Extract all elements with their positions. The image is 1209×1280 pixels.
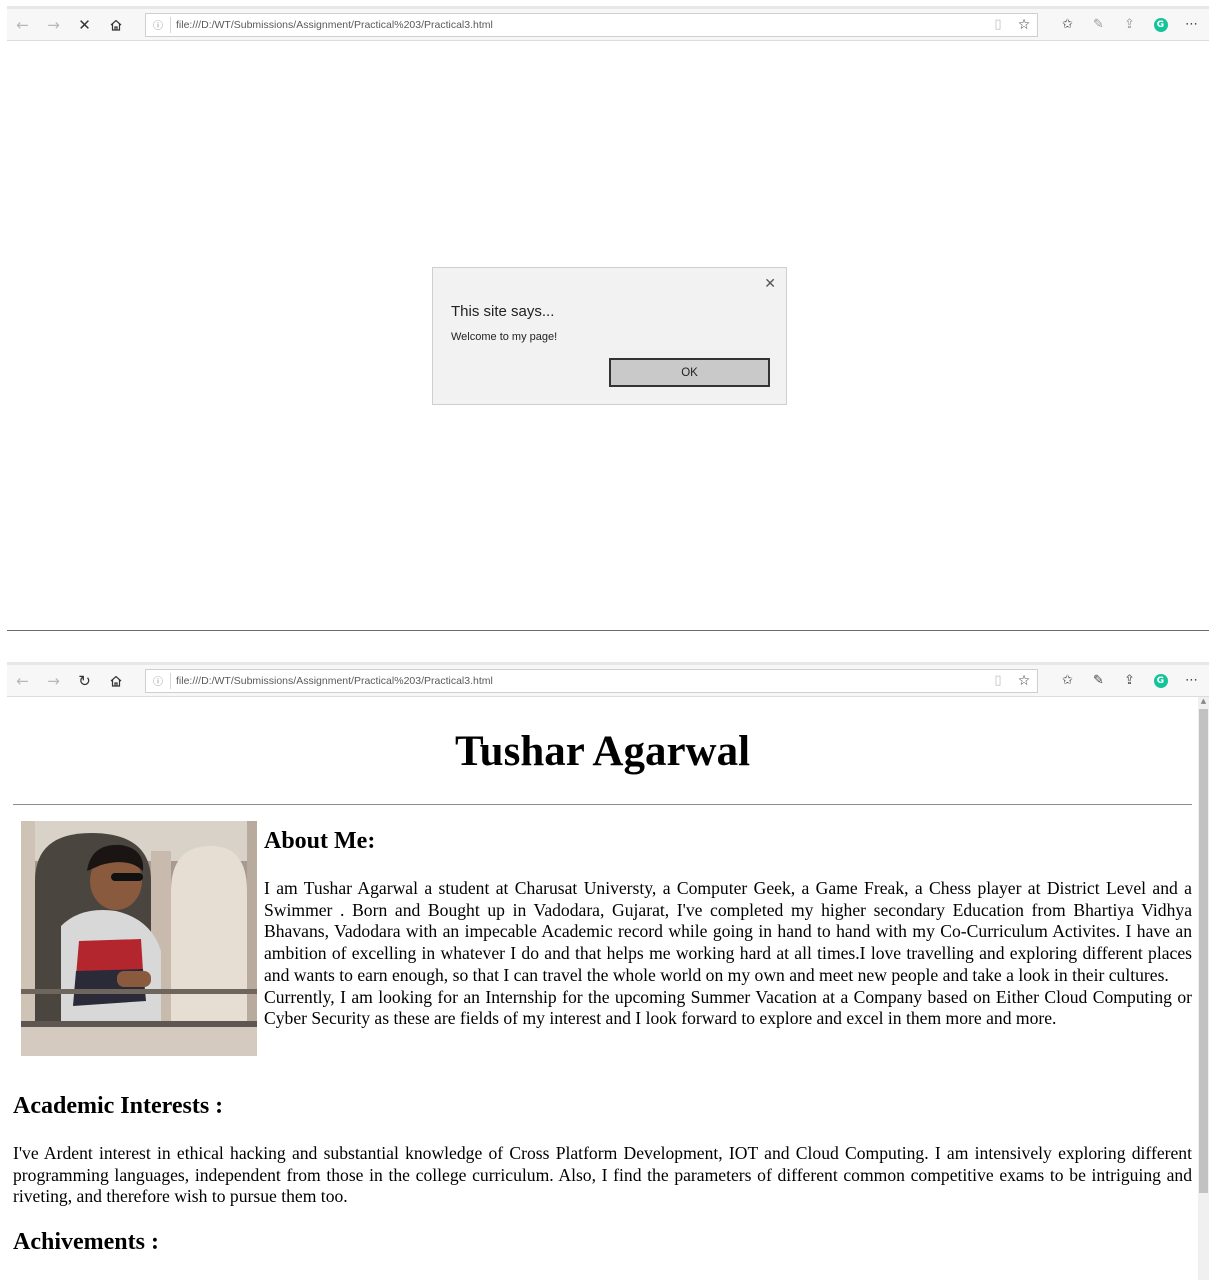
about-text: I am Tushar Agarwal a student at Charusa… — [264, 878, 1192, 1030]
share-icon[interactable]: ⇪ — [1114, 666, 1145, 696]
more-menu-icon[interactable]: ⋯ — [1176, 666, 1207, 696]
forward-arrow-icon[interactable]: → — [38, 10, 69, 40]
profile-photo — [21, 821, 257, 1056]
about-paragraph-1: I am Tushar Agarwal a student at Charusa… — [264, 878, 1192, 985]
site-info-icon[interactable]: ⓘ — [146, 673, 170, 688]
browser-window-loaded: ← → ↻ ⓘ file:///D:/WT/Submissions/Assign… — [7, 662, 1209, 1280]
reading-view-icon[interactable]: ▯ — [985, 17, 1011, 32]
address-bar[interactable]: ⓘ file:///D:/WT/Submissions/Assignment/P… — [145, 12, 1038, 37]
browser-toolbar: ← → ✕ ⓘ file:///D:/WT/Submissions/Assign… — [7, 9, 1209, 41]
web-note-pen-icon[interactable]: ✎ — [1083, 666, 1114, 696]
page-content: Tushar Agarwal About Me: I am Tushar Aga… — [7, 697, 1198, 1280]
grammarly-extension-icon[interactable]: G — [1145, 10, 1176, 40]
horizontal-rule — [13, 804, 1192, 805]
back-arrow-icon[interactable]: ← — [7, 666, 38, 696]
home-icon[interactable] — [100, 666, 131, 696]
home-icon[interactable] — [100, 10, 131, 40]
site-info-icon[interactable]: ⓘ — [146, 17, 170, 32]
grammarly-logo-icon: G — [1153, 673, 1168, 688]
favorites-list-icon[interactable]: ✩ — [1052, 10, 1083, 40]
share-icon[interactable]: ⇪ — [1114, 10, 1145, 40]
vertical-scrollbar[interactable]: ▲ — [1198, 697, 1209, 1280]
about-paragraph-2: Currently, I am looking for an Internshi… — [264, 986, 1192, 1029]
alert-dialog: ✕ This site says... Welcome to my page! … — [432, 267, 787, 405]
about-heading: About Me: — [264, 828, 376, 854]
dialog-close-icon[interactable]: ✕ — [764, 276, 776, 292]
reading-view-icon[interactable]: ▯ — [985, 673, 1011, 688]
scrollbar-thumb[interactable] — [1199, 709, 1208, 1193]
academic-interests-text: I've Ardent interest in ethical hacking … — [13, 1143, 1192, 1207]
address-divider — [170, 16, 171, 33]
address-divider — [170, 672, 171, 689]
favorite-star-icon[interactable]: ☆ — [1011, 673, 1037, 689]
back-arrow-icon[interactable]: ← — [7, 10, 38, 40]
favorite-star-icon[interactable]: ☆ — [1011, 17, 1037, 33]
achievements-heading: Achivements : — [13, 1229, 159, 1255]
url-text[interactable]: file:///D:/WT/Submissions/Assignment/Pra… — [176, 19, 985, 31]
dialog-message: Welcome to my page! — [451, 331, 558, 343]
web-note-pen-icon[interactable]: ✎ — [1083, 10, 1114, 40]
dialog-title: This site says... — [451, 303, 555, 320]
forward-arrow-icon[interactable]: → — [38, 666, 69, 696]
url-text[interactable]: file:///D:/WT/Submissions/Assignment/Pra… — [176, 675, 985, 687]
browser-toolbar: ← → ↻ ⓘ file:///D:/WT/Submissions/Assign… — [7, 665, 1209, 697]
dialog-ok-button[interactable]: OK — [609, 358, 770, 387]
more-menu-icon[interactable]: ⋯ — [1176, 10, 1207, 40]
favorites-list-icon[interactable]: ✩ — [1052, 666, 1083, 696]
refresh-icon[interactable]: ↻ — [69, 666, 100, 696]
stop-icon[interactable]: ✕ — [69, 10, 100, 40]
grammarly-extension-icon[interactable]: G — [1145, 666, 1176, 696]
grammarly-logo-icon: G — [1153, 17, 1168, 32]
address-bar[interactable]: ⓘ file:///D:/WT/Submissions/Assignment/P… — [145, 668, 1038, 693]
browser-window-loading: ← → ✕ ⓘ file:///D:/WT/Submissions/Assign… — [7, 0, 1209, 631]
academic-interests-heading: Academic Interests : — [13, 1093, 224, 1119]
page-title: Tushar Agarwal — [454, 728, 751, 775]
scroll-up-arrow-icon[interactable]: ▲ — [1198, 697, 1209, 708]
